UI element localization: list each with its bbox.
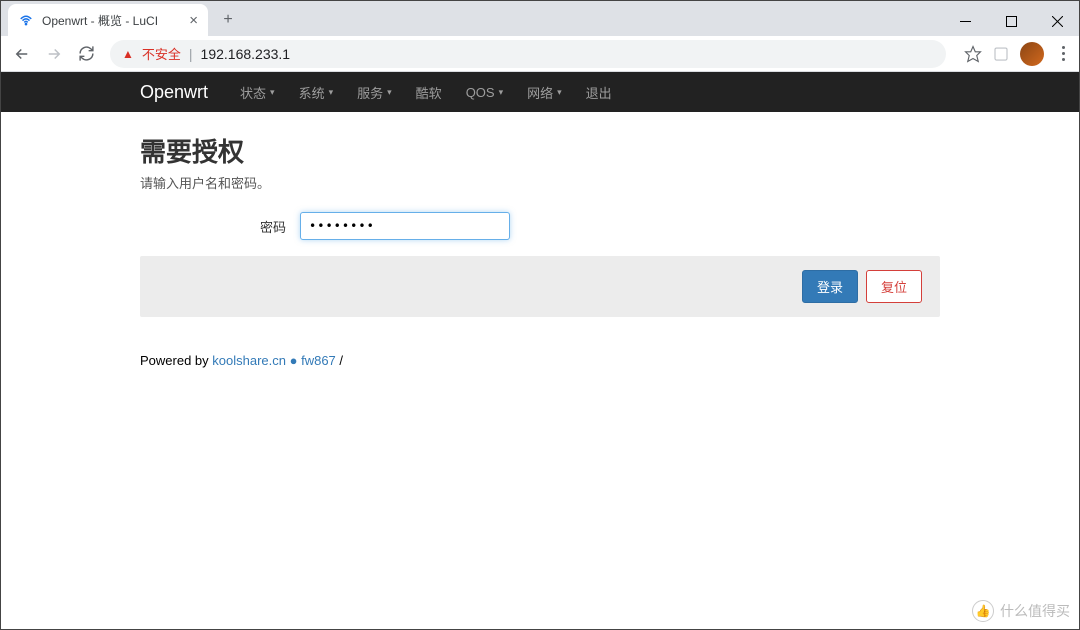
watermark: 👍 什么值得买 (972, 600, 1070, 622)
chevron-down-icon: ▾ (387, 87, 392, 98)
menu-button[interactable] (1054, 46, 1072, 61)
nav-item-4[interactable]: QOS▾ (454, 83, 515, 102)
page-title: 需要授权 (140, 132, 940, 169)
footer-link-koolshare[interactable]: koolshare.cn (212, 353, 286, 368)
bookmark-icon[interactable] (964, 45, 982, 63)
chevron-down-icon: ▾ (499, 87, 504, 98)
close-icon[interactable]: × (189, 12, 198, 29)
wifi-icon (18, 12, 34, 28)
actions-bar: 登录 复位 (140, 256, 940, 317)
nav-item-6[interactable]: 退出 (574, 83, 624, 102)
address-bar[interactable]: ▲ 不安全 | 192.168.233.1 (110, 40, 946, 68)
footer-link-fw867[interactable]: fw867 (301, 353, 336, 368)
reset-button[interactable]: 复位 (866, 270, 922, 303)
main-navbar: Openwrt 状态▾系统▾服务▾酷软QOS▾网络▾退出 (0, 72, 1080, 112)
page-subtitle: 请输入用户名和密码。 (140, 173, 940, 192)
forward-button[interactable] (40, 40, 68, 68)
footer: Powered by koolshare.cn ● fw867 / (140, 353, 940, 368)
chevron-down-icon: ▾ (329, 87, 334, 98)
brand-label[interactable]: Openwrt (140, 82, 208, 103)
maximize-button[interactable] (988, 6, 1034, 36)
url-text: 192.168.233.1 (201, 46, 291, 62)
browser-tab[interactable]: Openwrt - 概览 - LuCI × (8, 4, 208, 36)
nav-item-0[interactable]: 状态▾ (228, 83, 287, 102)
tab-title: Openwrt - 概览 - LuCI (42, 12, 158, 29)
nav-item-3[interactable]: 酷软 (404, 83, 454, 102)
new-tab-button[interactable]: + (214, 6, 242, 34)
reload-button[interactable] (72, 40, 100, 68)
password-input[interactable] (300, 212, 510, 240)
extension-icon[interactable] (992, 45, 1010, 63)
warning-icon: ▲ (122, 47, 134, 61)
login-button[interactable]: 登录 (802, 270, 858, 303)
minimize-button[interactable] (942, 6, 988, 36)
nav-item-1[interactable]: 系统▾ (287, 83, 346, 102)
insecure-label: 不安全 (142, 44, 181, 63)
profile-avatar[interactable] (1020, 42, 1044, 66)
close-window-button[interactable] (1034, 6, 1080, 36)
nav-item-5[interactable]: 网络▾ (515, 83, 574, 102)
nav-item-2[interactable]: 服务▾ (345, 83, 404, 102)
thumbs-up-icon: 👍 (972, 600, 994, 622)
password-label: 密码 (140, 217, 300, 236)
chevron-down-icon: ▾ (557, 87, 562, 98)
back-button[interactable] (8, 40, 36, 68)
chevron-down-icon: ▾ (270, 87, 275, 98)
